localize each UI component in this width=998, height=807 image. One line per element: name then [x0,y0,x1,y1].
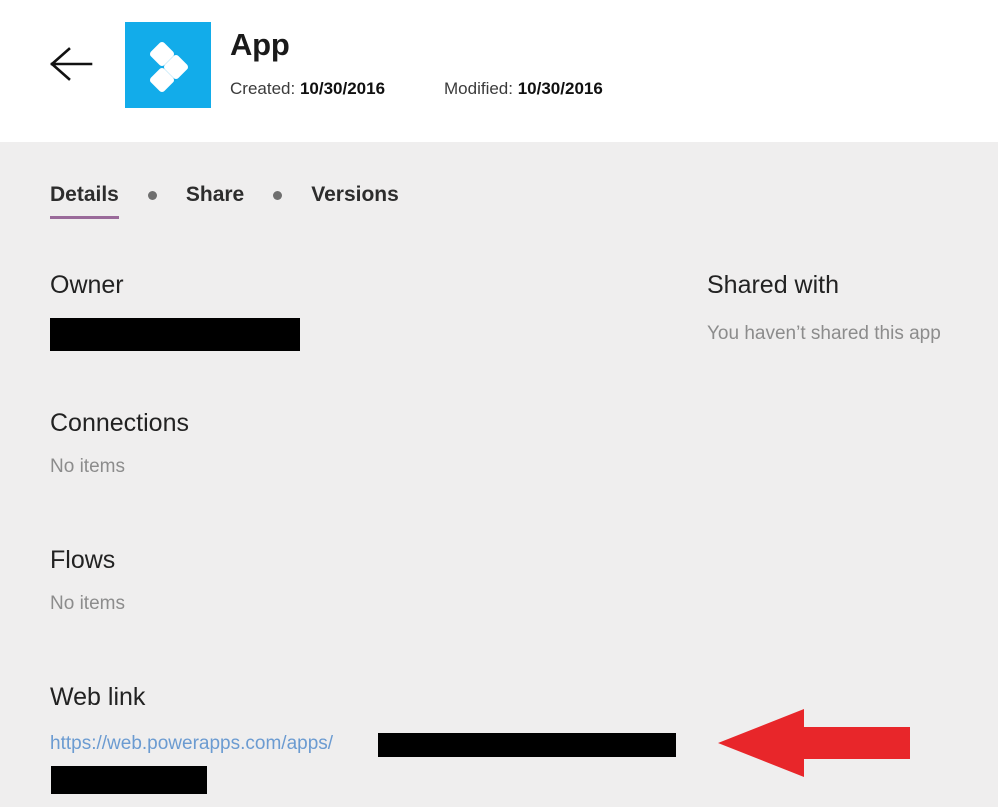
app-icon-tile [125,22,211,108]
details-body: Details Share Versions Owner Connections… [0,142,998,807]
created-value: 10/30/2016 [299,79,386,98]
modified-date: Modified: 10/30/2016 [444,78,603,100]
modified-value: 10/30/2016 [517,79,603,98]
flows-empty-text: No items [50,593,125,614]
created-date: Created: 10/30/2016 [230,78,385,100]
tab-separator-dot [273,190,283,200]
app-header: App Created: 10/30/2016 Modified: 10/30/… [0,0,998,142]
shared-with-heading: Shared with [707,271,840,299]
owner-value-redaction [50,318,300,351]
connections-empty-text: No items [50,456,125,477]
connections-heading: Connections [50,409,189,437]
tab-bar: Details Share Versions [50,182,399,219]
tab-versions[interactable]: Versions [311,183,399,215]
shared-with-empty-text: You haven’t shared this app [707,323,941,344]
back-button[interactable] [47,42,95,86]
owner-heading: Owner [50,271,124,299]
arrow-left-icon [47,47,95,89]
web-link-redaction-part2 [51,766,207,794]
web-link-url[interactable]: https://web.powerapps.com/apps/ [50,731,333,757]
powerapps-logo-icon [125,41,211,112]
tab-separator-dot [147,190,157,200]
page-title: App [230,27,290,62]
web-link-heading: Web link [50,683,146,711]
tab-details[interactable]: Details [50,183,119,219]
modified-label: Modified: [444,79,513,98]
flows-heading: Flows [50,546,116,574]
created-label: Created: [230,79,296,98]
web-link-redaction-part1 [378,733,676,757]
tab-share[interactable]: Share [186,183,244,215]
